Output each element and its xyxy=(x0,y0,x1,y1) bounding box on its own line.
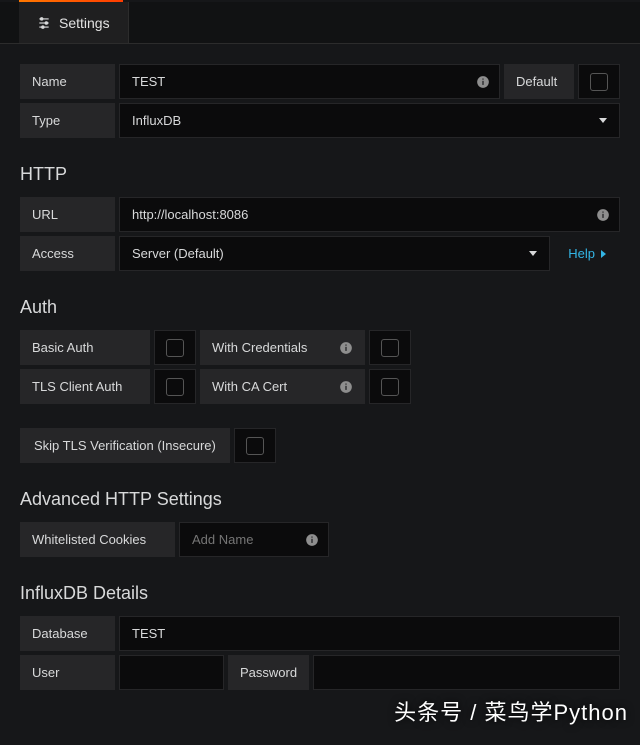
basic-auth-checkbox[interactable] xyxy=(166,339,184,357)
access-label: Access xyxy=(20,236,115,271)
type-label: Type xyxy=(20,103,115,138)
tab-label: Settings xyxy=(59,15,110,31)
user-input[interactable] xyxy=(119,655,224,690)
url-label: URL xyxy=(20,197,115,232)
help-label: Help xyxy=(568,246,595,261)
with-ca-cert-checkbox[interactable] xyxy=(381,378,399,396)
with-credentials-label: With Credentials xyxy=(200,330,365,365)
name-input[interactable] xyxy=(119,64,500,99)
password-label: Password xyxy=(228,655,309,690)
tab-settings[interactable]: Settings xyxy=(19,2,129,43)
info-icon[interactable] xyxy=(476,75,490,89)
whitelisted-cookies-label: Whitelisted Cookies xyxy=(20,522,175,557)
default-checkbox-cell xyxy=(578,64,620,99)
type-value: InfluxDB xyxy=(132,113,181,128)
auth-section-title: Auth xyxy=(20,297,620,318)
skip-tls-checkbox-cell xyxy=(234,428,276,463)
info-icon[interactable] xyxy=(596,208,610,222)
info-icon[interactable] xyxy=(305,533,319,547)
default-label: Default xyxy=(504,64,574,99)
sliders-icon xyxy=(37,16,51,30)
password-input[interactable] xyxy=(313,655,620,690)
advanced-section-title: Advanced HTTP Settings xyxy=(20,489,620,510)
skip-tls-checkbox[interactable] xyxy=(246,437,264,455)
default-checkbox[interactable] xyxy=(590,73,608,91)
basic-auth-checkbox-cell xyxy=(154,330,196,365)
with-credentials-checkbox[interactable] xyxy=(381,339,399,357)
tls-client-auth-checkbox-cell xyxy=(154,369,196,404)
help-link[interactable]: Help xyxy=(554,236,620,271)
influxdb-section-title: InfluxDB Details xyxy=(20,583,620,604)
url-input[interactable] xyxy=(119,197,620,232)
info-icon[interactable] xyxy=(339,380,353,394)
caret-down-icon xyxy=(599,118,607,123)
basic-auth-label: Basic Auth xyxy=(20,330,150,365)
with-ca-cert-label: With CA Cert xyxy=(200,369,365,404)
with-credentials-checkbox-cell xyxy=(369,330,411,365)
caret-down-icon xyxy=(529,251,537,256)
settings-form: Name Default Type InfluxDB HTTP URL Acce… xyxy=(0,44,640,714)
info-icon[interactable] xyxy=(339,341,353,355)
http-section-title: HTTP xyxy=(20,164,620,185)
database-input[interactable] xyxy=(119,616,620,651)
user-label: User xyxy=(20,655,115,690)
name-label: Name xyxy=(20,64,115,99)
tab-bar: Settings xyxy=(0,2,640,44)
database-label: Database xyxy=(20,616,115,651)
with-ca-cert-checkbox-cell xyxy=(369,369,411,404)
access-select[interactable]: Server (Default) xyxy=(119,236,550,271)
tls-client-auth-label: TLS Client Auth xyxy=(20,369,150,404)
type-select[interactable]: InfluxDB xyxy=(119,103,620,138)
skip-tls-label: Skip TLS Verification (Insecure) xyxy=(20,428,230,463)
chevron-right-icon xyxy=(601,250,606,258)
tls-client-auth-checkbox[interactable] xyxy=(166,378,184,396)
access-value: Server (Default) xyxy=(132,246,224,261)
